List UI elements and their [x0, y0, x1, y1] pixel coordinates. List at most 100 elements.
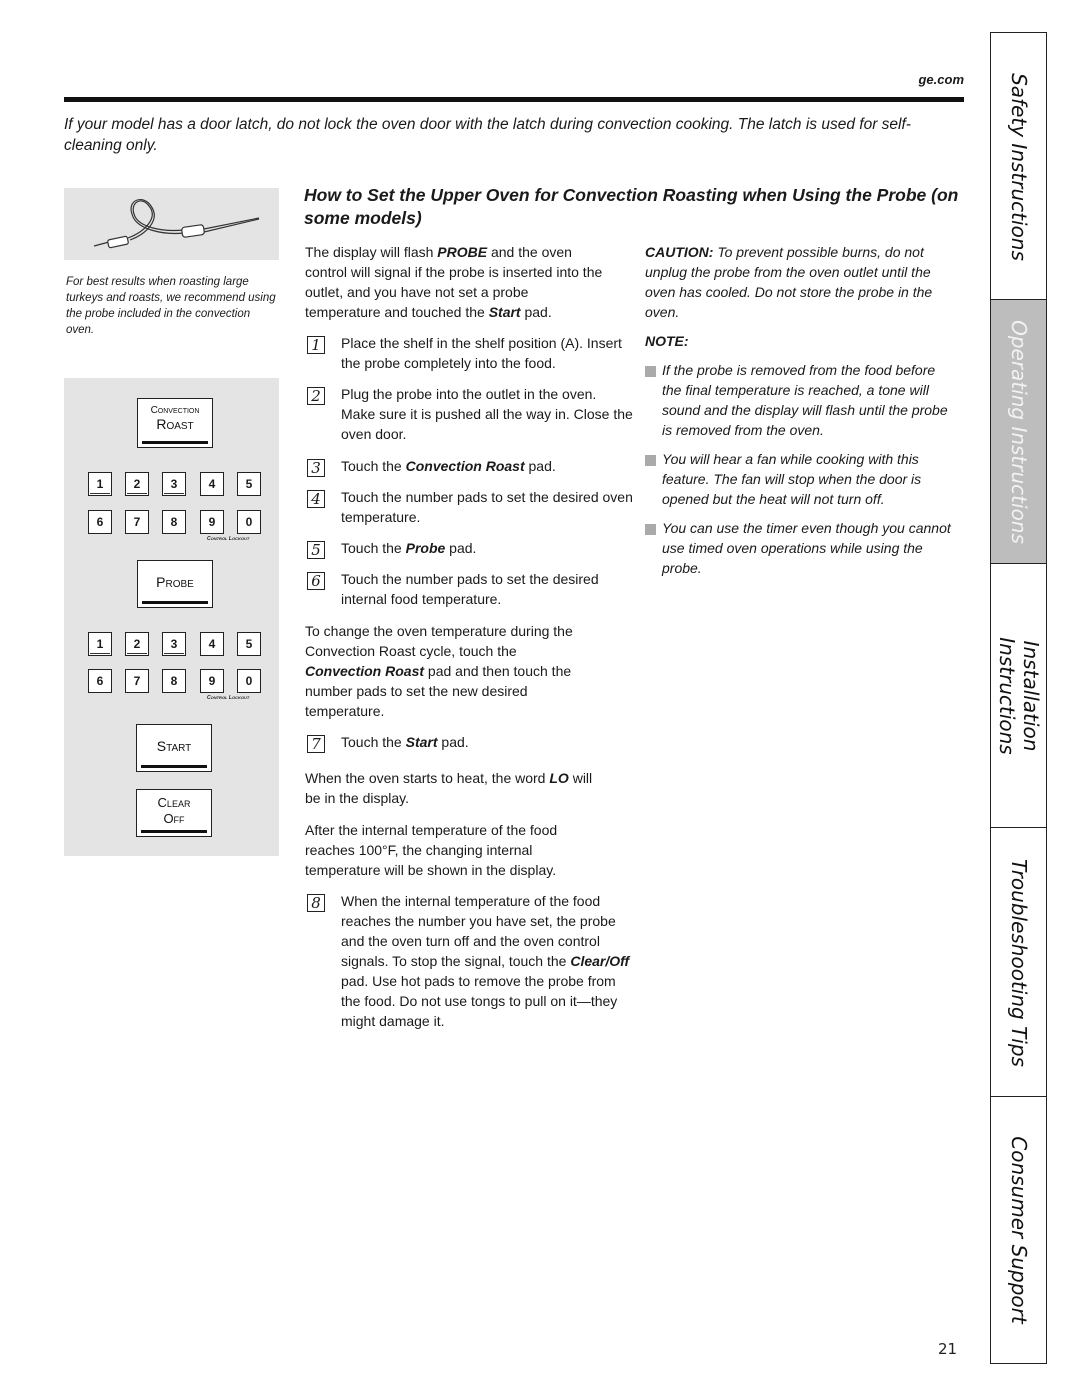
emphasis: Convection Roast	[305, 663, 425, 679]
step-text: Touch the Probe pad.	[341, 538, 633, 558]
text: pad.	[524, 458, 556, 474]
emphasis: Start	[405, 734, 438, 750]
control-panel: Convection Roast 1 2 3 4 5 6 7 8 9 0 Con…	[64, 378, 279, 856]
tab-label: Safety Instructions	[1006, 72, 1031, 261]
bullet-square-icon	[645, 455, 656, 466]
header-rule	[64, 97, 964, 102]
probe-pad-label: Probe	[156, 574, 194, 590]
text: To change the oven temperature during th…	[305, 623, 573, 659]
digit-pad[interactable]: 2	[125, 632, 149, 656]
clear-off-pad[interactable]: Clear Off	[136, 789, 212, 837]
digit-pad[interactable]: 8	[162, 510, 186, 534]
step-text: Touch the Convection Roast pad.	[341, 456, 633, 476]
start-pad[interactable]: Start	[136, 724, 212, 772]
digit-pad[interactable]: 9	[200, 669, 224, 693]
text: pad.	[437, 734, 469, 750]
probe-caption: For best results when roasting large tur…	[66, 276, 276, 336]
tab-installation-instructions[interactable]: Installation Instructions	[990, 563, 1047, 829]
text: pad.	[520, 304, 552, 320]
start-pad-label: Start	[156, 738, 192, 754]
step-text: Touch the number pads to set the desired…	[341, 489, 633, 525]
text: Touch the	[341, 458, 406, 474]
tab-label: Installation Instructions	[994, 637, 1043, 755]
probe-icon	[93, 198, 260, 249]
tab-label: Consumer Support	[1006, 1136, 1031, 1324]
latch-warning: If your model has a door latch, do not l…	[64, 116, 911, 154]
note-text: You will hear a fan while cooking with t…	[662, 451, 922, 507]
text: pad.	[445, 540, 477, 556]
note-label: NOTE:	[645, 331, 955, 351]
convection-roast-line1: Convection	[150, 405, 200, 416]
digit-pad[interactable]: 4	[200, 632, 224, 656]
probe-illustration	[64, 188, 279, 260]
digit-pad[interactable]: 5	[237, 632, 261, 656]
step-number: 2	[307, 387, 325, 405]
step-number: 6	[307, 572, 325, 590]
step-text: Touch the Start pad.	[341, 732, 633, 752]
digit-pad[interactable]: 7	[125, 510, 149, 534]
step-number: 1	[307, 336, 325, 354]
convection-roast-line2: Roast	[156, 416, 194, 432]
tab-troubleshooting-tips[interactable]: Troubleshooting Tips	[990, 827, 1047, 1098]
digit-pad[interactable]: 2	[125, 472, 149, 496]
tab-operating-instructions[interactable]: Operating Instructions	[990, 299, 1047, 565]
tab-consumer-support[interactable]: Consumer Support	[990, 1096, 1047, 1364]
emphasis: Clear/Off	[570, 953, 630, 969]
clear-off-line2: Off	[163, 811, 185, 826]
emphasis: Probe	[405, 540, 446, 556]
probe-flash-paragraph: The display will flash PROBE and the ove…	[305, 242, 605, 322]
digit-pad[interactable]: 8	[162, 669, 186, 693]
text: When the oven starts to heat, the word	[305, 770, 550, 786]
step-text: Touch the number pads to set the desired…	[341, 571, 599, 607]
lo-display-paragraph: When the oven starts to heat, the word L…	[305, 768, 595, 808]
step-number: 7	[307, 735, 325, 753]
digit-pad[interactable]: 3	[162, 632, 186, 656]
step-text: When the internal temperature of the foo…	[341, 891, 633, 1031]
internal-temperature-paragraph: After the internal temperature of the fo…	[305, 822, 558, 878]
digit-pad[interactable]: 7	[125, 669, 149, 693]
bullet-square-icon	[645, 524, 656, 535]
tab-safety-instructions[interactable]: Safety Instructions	[990, 32, 1047, 301]
caution-paragraph: CAUTION: To prevent possible burns, do n…	[645, 242, 955, 322]
clear-off-line1: Clear	[157, 795, 191, 810]
digit-pad[interactable]: 1	[88, 472, 112, 496]
emphasis: Start	[488, 304, 521, 320]
step-number: 3	[307, 459, 325, 477]
step-number: 5	[307, 541, 325, 559]
emphasis: PROBE	[437, 244, 488, 260]
page-number: 21	[938, 1340, 958, 1358]
tab-label: Troubleshooting Tips	[1006, 858, 1031, 1067]
digit-pad[interactable]: 0	[237, 669, 261, 693]
step-text: Place the shelf in the shelf position (A…	[341, 335, 622, 371]
bullet-square-icon	[645, 366, 656, 377]
digit-pad[interactable]: 5	[237, 472, 261, 496]
digit-pad[interactable]: 9	[200, 510, 224, 534]
digit-pad[interactable]: 6	[88, 669, 112, 693]
note-text: If the probe is removed from the food be…	[662, 362, 948, 438]
control-lockout-label: Control Lockout	[207, 695, 250, 701]
control-lockout-label: Control Lockout	[207, 536, 250, 542]
tab-label: Operating Instructions	[1006, 320, 1031, 544]
digit-pad[interactable]: 1	[88, 632, 112, 656]
site-url[interactable]: ge.com	[880, 72, 964, 87]
digit-pad[interactable]: 0	[237, 510, 261, 534]
section-heading: How to Set the Upper Oven for Convection…	[304, 185, 959, 228]
change-temperature-paragraph: To change the oven temperature during th…	[305, 621, 595, 721]
text: The display will flash	[305, 244, 438, 260]
digit-pad[interactable]: 4	[200, 472, 224, 496]
digit-pad[interactable]: 3	[162, 472, 186, 496]
step-number: 8	[307, 894, 325, 912]
text: pad. Use hot pads to remove the probe fr…	[341, 973, 618, 1029]
step-number: 4	[307, 490, 325, 508]
emphasis: LO	[549, 770, 569, 786]
emphasis: Convection Roast	[405, 458, 525, 474]
convection-roast-pad[interactable]: Convection Roast	[137, 398, 213, 448]
note-text: You can use the timer even though you ca…	[662, 520, 951, 576]
text: Touch the	[341, 734, 406, 750]
text: Touch the	[341, 540, 406, 556]
note-label-text: NOTE:	[645, 333, 689, 349]
probe-pad[interactable]: Probe	[137, 560, 213, 608]
digit-pad[interactable]: 6	[88, 510, 112, 534]
caution-label: CAUTION:	[645, 244, 714, 260]
step-text: Plug the probe into the outlet in the ov…	[341, 386, 633, 442]
